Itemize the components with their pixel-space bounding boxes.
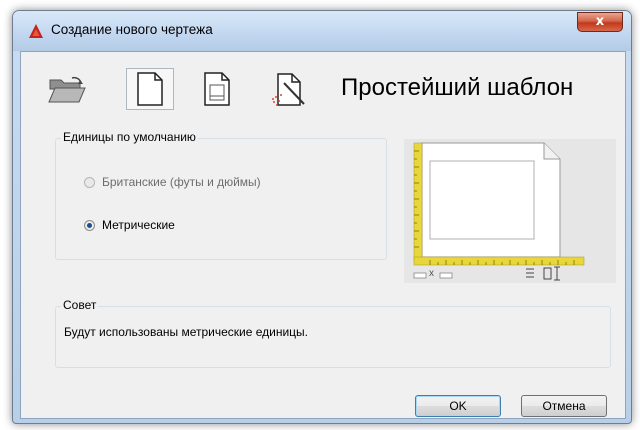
close-button[interactable]: x: [577, 12, 623, 32]
page-title: Простейший шаблон: [341, 74, 574, 101]
drawing-preview: x: [404, 139, 616, 283]
title-bar[interactable]: Создание нового чертежа x: [13, 11, 631, 51]
dialog-body: Простейший шаблон Единицы по умолчанию Б…: [20, 51, 626, 419]
hint-group-label: Совет: [61, 298, 99, 312]
start-from-scratch-button[interactable]: [126, 68, 174, 110]
wizard-icon: [272, 73, 305, 106]
radio-option-imperial[interactable]: Британские (футы и дюймы): [84, 175, 261, 189]
units-group: Единицы по умолчанию Британские (футы и …: [55, 130, 387, 260]
autocad-logo-icon: [29, 24, 43, 38]
use-wizard-button[interactable]: [265, 68, 313, 110]
use-template-button[interactable]: [193, 68, 241, 110]
open-drawing-button[interactable]: [43, 68, 91, 110]
radio-option-metric[interactable]: Метрические: [84, 218, 175, 232]
hint-text: Будут использованы метрические единицы.: [64, 325, 309, 339]
cancel-button[interactable]: Отмена: [521, 395, 607, 417]
blank-document-icon: [137, 72, 163, 106]
drawing-sheet-preview-icon: [413, 142, 585, 281]
ok-button[interactable]: OK: [415, 395, 501, 417]
radio-button-imperial[interactable]: [84, 176, 95, 188]
hint-group: Совет Будут использованы метрические еди…: [55, 298, 611, 368]
radio-button-metric[interactable]: [84, 219, 95, 231]
radio-label-imperial: Британские (футы и дюймы): [102, 175, 261, 189]
units-group-label: Единицы по умолчанию: [61, 130, 198, 144]
size-separator: x: [429, 268, 434, 279]
radio-label-metric: Метрические: [102, 218, 175, 232]
window-title: Создание нового чертежа: [51, 22, 213, 37]
open-folder-icon: [48, 76, 86, 103]
dialog-window: Создание нового чертежа x Простейший шаб…: [12, 10, 632, 424]
template-document-icon: [204, 72, 230, 106]
